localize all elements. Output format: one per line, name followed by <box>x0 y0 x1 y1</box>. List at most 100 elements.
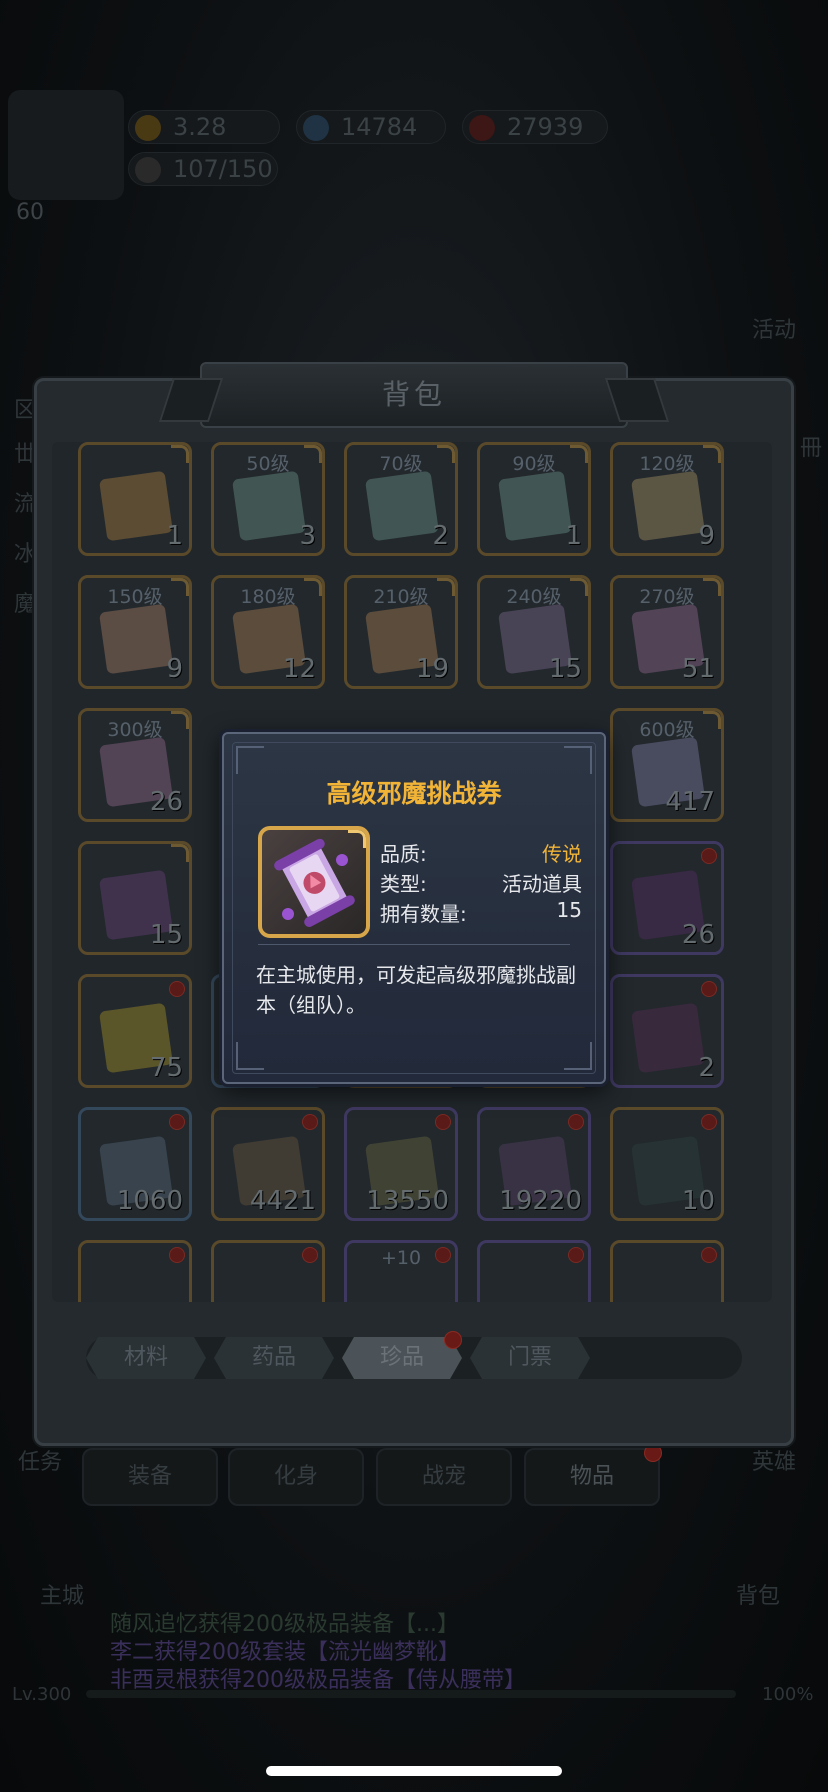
owned-label: 拥有数量: <box>380 902 467 926</box>
owned-row: 拥有数量: 15 <box>380 898 582 926</box>
inventory-slot[interactable]: 1 <box>78 442 192 556</box>
inventory-slot[interactable]: 120级 9 <box>610 442 724 556</box>
inventory-slot[interactable]: 600级 417 <box>610 708 724 822</box>
inventory-slot[interactable]: 15 <box>78 841 192 955</box>
side-left-label-4: 冰 <box>14 542 37 567</box>
inventory-slot[interactable]: 150级 9 <box>78 575 192 689</box>
new-item-dot <box>169 1247 185 1263</box>
tab-pet[interactable]: 战宠 <box>376 1448 512 1506</box>
ruby-icon <box>469 115 495 141</box>
inventory-slot[interactable] <box>211 1240 325 1302</box>
side-left-label-3: 流 <box>14 492 37 517</box>
item-icon <box>365 470 439 542</box>
tab-avatar[interactable]: 化身 <box>228 1448 364 1506</box>
item-count: 417 <box>665 787 715 817</box>
tab-items[interactable]: 物品 <box>524 1448 660 1506</box>
inventory-slot[interactable] <box>78 1240 192 1302</box>
hero-button[interactable]: 英雄 <box>752 1444 796 1476</box>
inventory-slot[interactable]: 10 <box>610 1107 724 1221</box>
inventory-slot[interactable]: 2 <box>610 974 724 1088</box>
gold-resource[interactable]: 3.28 <box>128 110 280 144</box>
item-icon <box>631 470 705 542</box>
rarity-corner <box>570 578 588 596</box>
inventory-slot[interactable]: 90级 1 <box>477 442 591 556</box>
new-item-dot <box>701 1247 717 1263</box>
item-tooltip: 高级邪魔挑战券 品质: 传说 类型: 活动道具 拥有数量: 15 在主城使用，可… <box>222 732 606 1084</box>
inventory-slot[interactable] <box>610 1240 724 1302</box>
inventory-slot[interactable]: +10 <box>344 1240 458 1302</box>
inventory-slot[interactable] <box>477 1240 591 1302</box>
item-count: 15 <box>149 920 183 950</box>
side-right-label[interactable]: 冊 <box>800 430 822 462</box>
rarity-corner <box>570 445 588 463</box>
inventory-slot[interactable]: 26 <box>610 841 724 955</box>
item-icon <box>99 470 173 542</box>
item-count: 2 <box>432 521 449 551</box>
item-count: 1060 <box>116 1186 183 1216</box>
backpack-button[interactable]: 背包 <box>736 1578 780 1610</box>
quality-row: 品质: 传说 <box>380 838 582 866</box>
item-count: 9 <box>698 521 715 551</box>
inventory-slot[interactable]: 240级 15 <box>477 575 591 689</box>
inventory-slot[interactable]: 50级 3 <box>211 442 325 556</box>
new-item-dot <box>701 981 717 997</box>
item-count: 51 <box>681 654 715 684</box>
new-item-dot <box>568 1114 584 1130</box>
diamond-value: 14784 <box>341 113 418 141</box>
type-row: 类型: 活动道具 <box>380 868 582 896</box>
side-left-label-5: 魔 <box>14 592 37 617</box>
quality-value: 传说 <box>542 842 582 866</box>
item-icon <box>99 603 173 675</box>
tab-tickets[interactable]: 门票 <box>470 1337 590 1379</box>
item-count: 19 <box>415 654 449 684</box>
task-button[interactable]: 任务 <box>18 1444 62 1476</box>
inventory-slot[interactable]: 75 <box>78 974 192 1088</box>
player-level: 60 <box>16 200 44 225</box>
item-count: 19220 <box>499 1186 582 1216</box>
inventory-slot[interactable]: 300级 26 <box>78 708 192 822</box>
challenge-scroll-icon <box>258 826 370 938</box>
tooltip-title: 高级邪魔挑战券 <box>326 779 502 808</box>
side-left-label-1: 区 <box>14 398 37 423</box>
player-avatar[interactable] <box>8 90 124 200</box>
tab-potions[interactable]: 药品 <box>214 1337 334 1379</box>
tooltip-divider <box>258 944 570 945</box>
inventory-slot[interactable]: 19220 <box>477 1107 591 1221</box>
inventory-slot[interactable]: 70级 2 <box>344 442 458 556</box>
rarity-corner <box>348 830 366 848</box>
item-icon <box>232 470 306 542</box>
item-count: 15 <box>548 654 582 684</box>
inventory-slot[interactable]: 210级 19 <box>344 575 458 689</box>
level-bar-left: Lv.300 <box>12 1684 72 1705</box>
new-item-dot <box>701 848 717 864</box>
tab-equipment[interactable]: 装备 <box>82 1448 218 1506</box>
rarity-corner <box>703 711 721 729</box>
energy-resource[interactable]: 107/150 <box>128 152 278 186</box>
item-count: 26 <box>149 787 183 817</box>
inventory-slot[interactable]: 180级 12 <box>211 575 325 689</box>
diamond-resource[interactable]: 14784 <box>296 110 446 144</box>
item-count: 13550 <box>366 1186 449 1216</box>
item-count: 3 <box>299 521 316 551</box>
rarity-corner <box>437 578 455 596</box>
inventory-slot[interactable]: 270级 51 <box>610 575 724 689</box>
backpack-title: 背包 <box>200 362 628 428</box>
energy-value: 107/150 <box>173 155 273 183</box>
level-bar-right: 100% <box>762 1684 814 1705</box>
energy-icon <box>135 157 161 183</box>
rarity-corner <box>171 711 189 729</box>
event-button[interactable]: 活动 <box>752 312 796 344</box>
inventory-slot[interactable]: 1060 <box>78 1107 192 1221</box>
gold-value: 3.28 <box>173 113 227 141</box>
tab-materials[interactable]: 材料 <box>86 1337 206 1379</box>
type-label: 类型: <box>380 872 427 896</box>
inventory-slot[interactable]: 4421 <box>211 1107 325 1221</box>
item-count: 26 <box>681 920 715 950</box>
main-city-button[interactable]: 主城 <box>40 1578 84 1610</box>
corner-ornament <box>236 1042 264 1070</box>
ruby-resource[interactable]: 27939 <box>462 110 608 144</box>
home-indicator[interactable] <box>266 1766 562 1776</box>
game-screen: 60 3.28 14784 27939 107/150 活动 冊 区 丗 流 冰… <box>0 0 828 1792</box>
item-count: 1 <box>166 521 183 551</box>
inventory-slot[interactable]: 13550 <box>344 1107 458 1221</box>
